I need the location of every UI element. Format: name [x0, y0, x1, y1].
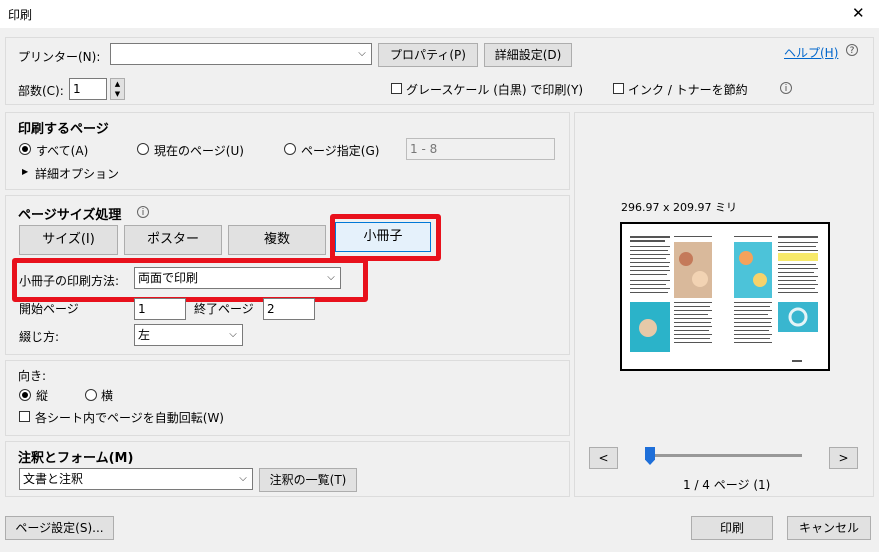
radio-current[interactable] — [137, 143, 149, 155]
binding-label: 綴じ方: — [19, 330, 60, 344]
tab-size[interactable]: サイズ(I) — [19, 225, 118, 255]
title-bar — [0, 0, 879, 28]
properties-button[interactable]: プロパティ(P) — [378, 43, 478, 67]
window-title: 印刷 — [8, 8, 33, 22]
cancel-button[interactable]: キャンセル — [787, 516, 871, 540]
close-icon[interactable]: ✕ — [852, 4, 865, 22]
preview-next-button[interactable]: > — [829, 447, 858, 469]
preview-sheet — [620, 222, 830, 371]
preview-size-text: 296.97 x 209.97 ミリ — [621, 201, 737, 214]
radio-pages[interactable] — [284, 143, 296, 155]
preview-slider-track[interactable] — [649, 454, 802, 457]
tab-multiple[interactable]: 複数 — [228, 225, 326, 255]
printer-label: プリンター(N): — [18, 50, 101, 64]
preview-prev-button[interactable]: < — [589, 447, 618, 469]
binding-value: 左 — [138, 328, 151, 342]
save-ink-checkbox[interactable] — [613, 83, 624, 94]
sizing-info-icon[interactable]: i — [137, 206, 149, 218]
auto-rotate-checkbox[interactable] — [19, 411, 30, 422]
save-ink-label: インク / トナーを節約 — [628, 83, 748, 97]
info-icon[interactable]: i — [780, 82, 792, 94]
start-page-label: 開始ページ — [19, 302, 79, 316]
copies-label: 部数(C): — [18, 84, 64, 98]
grayscale-checkbox[interactable] — [391, 83, 402, 94]
sizing-heading: ページサイズ処理 — [18, 208, 122, 223]
copies-field[interactable]: 1 — [69, 78, 107, 100]
page-range-field[interactable]: 1 - 8 — [406, 138, 555, 160]
radio-pages-label: ページ指定(G) — [301, 144, 380, 158]
comments-value: 文書と注釈 — [23, 472, 84, 486]
orientation-heading: 向き: — [18, 369, 47, 383]
grayscale-label: グレースケール (白黒) で印刷(Y) — [406, 83, 584, 97]
help-link[interactable]: ヘルプ(H) — [784, 44, 838, 61]
radio-landscape[interactable] — [85, 389, 97, 401]
tab-poster[interactable]: ポスター — [124, 225, 222, 255]
radio-all-label: すべて(A) — [36, 144, 89, 158]
pages-heading: 印刷するページ — [18, 122, 109, 137]
advanced-button[interactable]: 詳細設定(D) — [484, 43, 572, 67]
copies-spinner[interactable]: ▲ ▼ — [110, 78, 125, 100]
radio-portrait[interactable] — [19, 389, 31, 401]
end-page-label: 終了ページ — [194, 302, 254, 316]
comments-select[interactable]: 文書と注釈 ⌵ — [19, 468, 253, 490]
comment-summary-button[interactable]: 注釈の一覧(T) — [259, 468, 357, 492]
end-page-field[interactable]: 2 — [263, 298, 315, 320]
radio-current-label: 現在のページ(U) — [154, 144, 244, 158]
booklet-tab-highlight — [330, 214, 441, 261]
more-options-label[interactable]: 詳細オプション — [35, 165, 119, 182]
booklet-method-highlight — [12, 258, 368, 302]
start-page-field[interactable]: 1 — [134, 298, 186, 320]
expand-triangle-icon[interactable]: ▶ — [22, 167, 28, 176]
landscape-label: 横 — [101, 389, 114, 403]
chevron-down-icon: ⌵ — [233, 469, 252, 489]
chevron-down-icon: ⌵ — [223, 325, 242, 345]
help-icon[interactable]: ? — [846, 44, 858, 56]
binding-select[interactable]: 左 ⌵ — [134, 324, 243, 346]
booklet-preview-image — [630, 236, 818, 362]
chevron-down-icon: ⌵ — [352, 44, 371, 64]
auto-rotate-label: 各シート内でページを自動回転(W) — [35, 411, 224, 425]
print-button[interactable]: 印刷 — [691, 516, 773, 540]
comments-heading: 注釈とフォーム(M) — [18, 451, 134, 466]
portrait-label: 縦 — [36, 389, 49, 403]
page-indicator: 1 / 4 ページ (1) — [683, 478, 771, 492]
page-setup-button[interactable]: ページ設定(S)... — [5, 516, 114, 540]
radio-all[interactable] — [19, 143, 31, 155]
printer-select[interactable]: ⌵ — [110, 43, 372, 65]
